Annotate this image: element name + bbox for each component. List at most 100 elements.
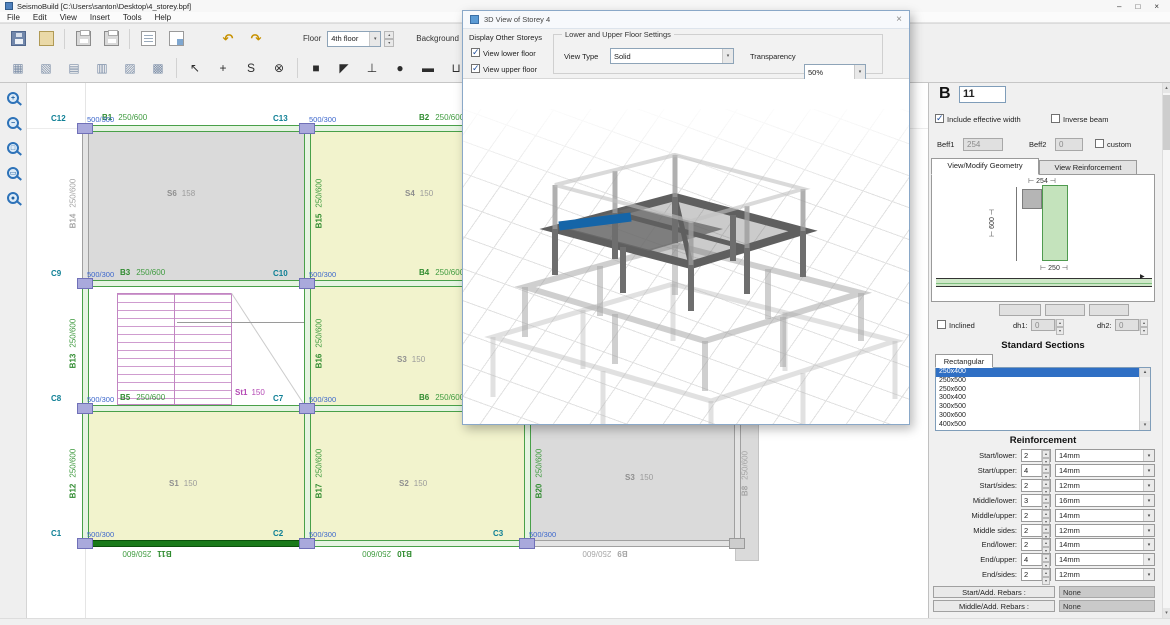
storey-3d-dialog[interactable]: 3D View of Storey 4 × Display Other Stor… bbox=[462, 10, 910, 425]
copy-image-button[interactable] bbox=[135, 27, 161, 51]
dh2-spinner[interactable]: ▴▾ bbox=[1139, 319, 1148, 331]
spinner-down-icon[interactable]: ▾ bbox=[1056, 327, 1064, 335]
reinf-count-spinner[interactable]: 2▴▾ bbox=[1021, 524, 1051, 537]
column-c10[interactable] bbox=[299, 278, 315, 289]
dialog-title-bar[interactable]: 3D View of Storey 4 × bbox=[463, 11, 909, 29]
beam-b1[interactable] bbox=[85, 125, 307, 132]
beff2-field[interactable]: 0 bbox=[1055, 138, 1083, 151]
storey-tool-button-1[interactable]: ▦ bbox=[5, 56, 31, 80]
geometry-field-1[interactable] bbox=[999, 304, 1041, 316]
slab-s1[interactable] bbox=[85, 408, 307, 543]
spinner-up-icon[interactable]: ▴ bbox=[1140, 319, 1148, 327]
tab-view-modify-geometry[interactable]: View/Modify Geometry bbox=[931, 158, 1039, 175]
spinner-up-icon[interactable]: ▴ bbox=[1042, 554, 1050, 562]
spinner-up-icon[interactable]: ▴ bbox=[1042, 569, 1050, 577]
column-c1[interactable] bbox=[77, 538, 93, 549]
insert-column-button[interactable]: ■ bbox=[303, 56, 329, 80]
spinner-up-icon[interactable]: ▴ bbox=[1042, 465, 1050, 473]
menu-file[interactable]: File bbox=[7, 13, 20, 22]
zoom-rescale-button[interactable]: □ bbox=[2, 138, 24, 158]
spinner-down-icon[interactable]: ▾ bbox=[1140, 327, 1148, 335]
standard-sections-list[interactable]: 250x400 250x500 250x600 300x400 300x500 … bbox=[935, 367, 1151, 431]
custom-checkbox[interactable]: custom bbox=[1095, 139, 1131, 149]
scroll-thumb[interactable] bbox=[1163, 95, 1170, 150]
start-add-rebars-button[interactable]: Start/Add. Rebars : bbox=[933, 586, 1055, 598]
spinner-arrows[interactable]: ▴▾ bbox=[1041, 525, 1050, 536]
select-tool-button[interactable]: ↖ bbox=[182, 56, 208, 80]
slab-s2[interactable] bbox=[307, 408, 527, 543]
reinf-count-spinner[interactable]: 2▴▾ bbox=[1021, 538, 1051, 551]
beam-number-field[interactable]: 11 bbox=[959, 86, 1006, 103]
dh2-field[interactable]: 0 bbox=[1115, 319, 1139, 331]
close-button[interactable]: × bbox=[1154, 2, 1159, 11]
beam-b15[interactable] bbox=[304, 128, 311, 283]
column-c2[interactable] bbox=[299, 538, 315, 549]
beff1-field[interactable]: 254 bbox=[963, 138, 1003, 151]
minimize-button[interactable]: – bbox=[1117, 2, 1121, 11]
inclined-checkbox[interactable]: Inclined bbox=[937, 320, 975, 330]
maximize-button[interactable]: □ bbox=[1135, 2, 1140, 11]
scroll-down-icon[interactable]: ▾ bbox=[1163, 608, 1170, 618]
dh1-field[interactable]: 0 bbox=[1031, 319, 1055, 331]
spinner-up-icon[interactable]: ▴ bbox=[1042, 480, 1050, 488]
reinf-count-spinner[interactable]: 2▴▾ bbox=[1021, 449, 1051, 462]
storey-tool-button-6[interactable]: ▩ bbox=[145, 56, 171, 80]
3d-viewport[interactable] bbox=[463, 79, 909, 424]
include-effective-width-checkbox[interactable]: Include effective width bbox=[935, 114, 1021, 124]
save-button[interactable] bbox=[5, 27, 31, 51]
spinner-up-icon[interactable]: ▴ bbox=[384, 31, 394, 39]
floor-spinner[interactable]: ▴▾ bbox=[384, 31, 394, 47]
transparency-select[interactable]: 50% ▾ bbox=[804, 64, 866, 80]
scroll-up-icon[interactable]: ▴ bbox=[1140, 368, 1150, 377]
delete-tool-button[interactable]: ⊗ bbox=[266, 56, 292, 80]
move-tool-button[interactable]: + bbox=[210, 56, 236, 80]
view-type-select[interactable]: Solid ▾ bbox=[610, 48, 734, 64]
report-button[interactable] bbox=[163, 27, 189, 51]
reinf-size-select[interactable]: 14mm▾ bbox=[1055, 538, 1155, 551]
section-option[interactable]: 300x600 bbox=[936, 412, 1150, 421]
reinf-count-spinner[interactable]: 4▴▾ bbox=[1021, 553, 1051, 566]
reinf-count-spinner[interactable]: 4▴▾ bbox=[1021, 464, 1051, 477]
reinf-size-select[interactable]: 12mm▾ bbox=[1055, 568, 1155, 581]
beam-b11-selected[interactable] bbox=[85, 540, 307, 547]
spinner-down-icon[interactable]: ▾ bbox=[1042, 577, 1050, 585]
spinner-up-icon[interactable]: ▴ bbox=[1042, 510, 1050, 518]
tab-rectangular[interactable]: Rectangular bbox=[935, 354, 993, 368]
middle-add-rebars-button[interactable]: Middle/Add. Rebars : bbox=[933, 600, 1055, 612]
beam-b9-background[interactable] bbox=[527, 540, 737, 547]
section-option-selected[interactable]: 250x400 bbox=[936, 368, 1150, 377]
section-option[interactable]: 400x500 bbox=[936, 421, 1150, 430]
section-option[interactable]: 300x500 bbox=[936, 403, 1150, 412]
beam-b20[interactable] bbox=[524, 408, 531, 543]
menu-edit[interactable]: Edit bbox=[33, 13, 47, 22]
storey-tool-button-2[interactable]: ▧ bbox=[33, 56, 59, 80]
beam-b10[interactable] bbox=[307, 540, 527, 547]
storey-tool-button-4[interactable]: ▥ bbox=[89, 56, 115, 80]
insert-l-column-button[interactable]: ◤ bbox=[331, 56, 357, 80]
section-option[interactable]: 250x600 bbox=[936, 386, 1150, 395]
reinf-size-select[interactable]: 14mm▾ bbox=[1055, 509, 1155, 522]
spinner-up-icon[interactable]: ▴ bbox=[1042, 539, 1050, 547]
column-c9[interactable] bbox=[77, 278, 93, 289]
reinf-count-spinner[interactable]: 3▴▾ bbox=[1021, 494, 1051, 507]
beam-b16[interactable] bbox=[304, 283, 311, 408]
column-c3[interactable] bbox=[519, 538, 535, 549]
slab-s6-background[interactable] bbox=[85, 128, 307, 283]
geometry-field-3[interactable] bbox=[1089, 304, 1129, 316]
export-button[interactable] bbox=[33, 27, 59, 51]
print-preview-button[interactable] bbox=[98, 27, 124, 51]
reinf-size-select[interactable]: 16mm▾ bbox=[1055, 494, 1155, 507]
beam-b3[interactable] bbox=[85, 280, 307, 287]
beam-b13[interactable] bbox=[82, 283, 89, 408]
reinf-size-select[interactable]: 14mm▾ bbox=[1055, 553, 1155, 566]
spline-tool-button[interactable]: S bbox=[238, 56, 264, 80]
view-lower-floor-checkbox[interactable]: View lower floor bbox=[471, 48, 536, 58]
zoom-window-button[interactable]: ▭ bbox=[2, 163, 24, 183]
view-upper-floor-checkbox[interactable]: View upper floor bbox=[471, 64, 537, 74]
reinf-count-spinner[interactable]: 2▴▾ bbox=[1021, 479, 1051, 492]
insert-wall-button[interactable]: ▬ bbox=[415, 56, 441, 80]
dialog-close-button[interactable]: × bbox=[896, 14, 902, 25]
column-c8[interactable] bbox=[77, 403, 93, 414]
beam-b17[interactable] bbox=[304, 408, 311, 543]
reinf-count-spinner[interactable]: 2▴▾ bbox=[1021, 509, 1051, 522]
